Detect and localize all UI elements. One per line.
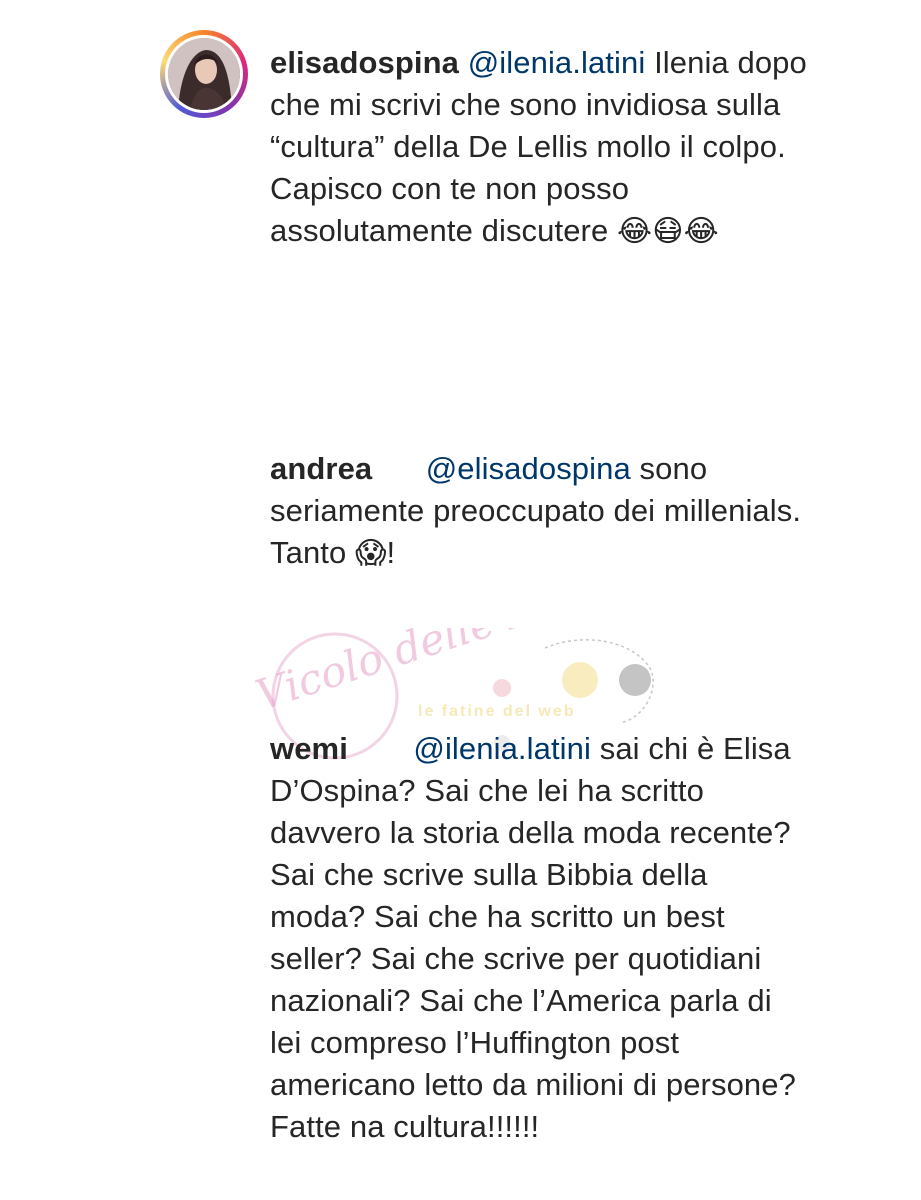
comment-username[interactable]: andrea xyxy=(270,451,372,486)
comment-elisadospina: elisadospina @ilenia.latini Ilenia dopo … xyxy=(270,42,810,253)
comment-mention[interactable]: @ilenia.latini xyxy=(468,45,646,80)
avatar[interactable] xyxy=(160,30,248,118)
comment-mention[interactable]: @elisadospina xyxy=(426,451,631,486)
comment-username[interactable]: elisadospina xyxy=(270,45,459,80)
avatar-image-icon xyxy=(168,38,240,110)
comment-mention[interactable]: @ilenia.latini xyxy=(413,731,591,766)
avatar-border xyxy=(165,35,243,113)
watermark-banner-text: le fatine del web xyxy=(418,703,576,720)
avatar-photo xyxy=(168,38,240,110)
screaming-emoji-icon: 😱 xyxy=(355,536,387,571)
comment-text: sai chi è Elisa D’Ospina? Sai che lei ha… xyxy=(270,731,796,1144)
comment-wemi: wemi @ilenia.latini sai chi è Elisa D’Os… xyxy=(270,728,810,1148)
watermark-logo-text: Vicolo delle News xyxy=(250,628,626,720)
comment-username[interactable]: wemi xyxy=(270,731,348,766)
laughing-masked-emoji-icon: 😂😷😂 xyxy=(617,214,719,249)
comment-andrea: andrea @elisadospina sono seriamente pre… xyxy=(270,448,810,575)
comment-suffix: ! xyxy=(386,535,396,570)
